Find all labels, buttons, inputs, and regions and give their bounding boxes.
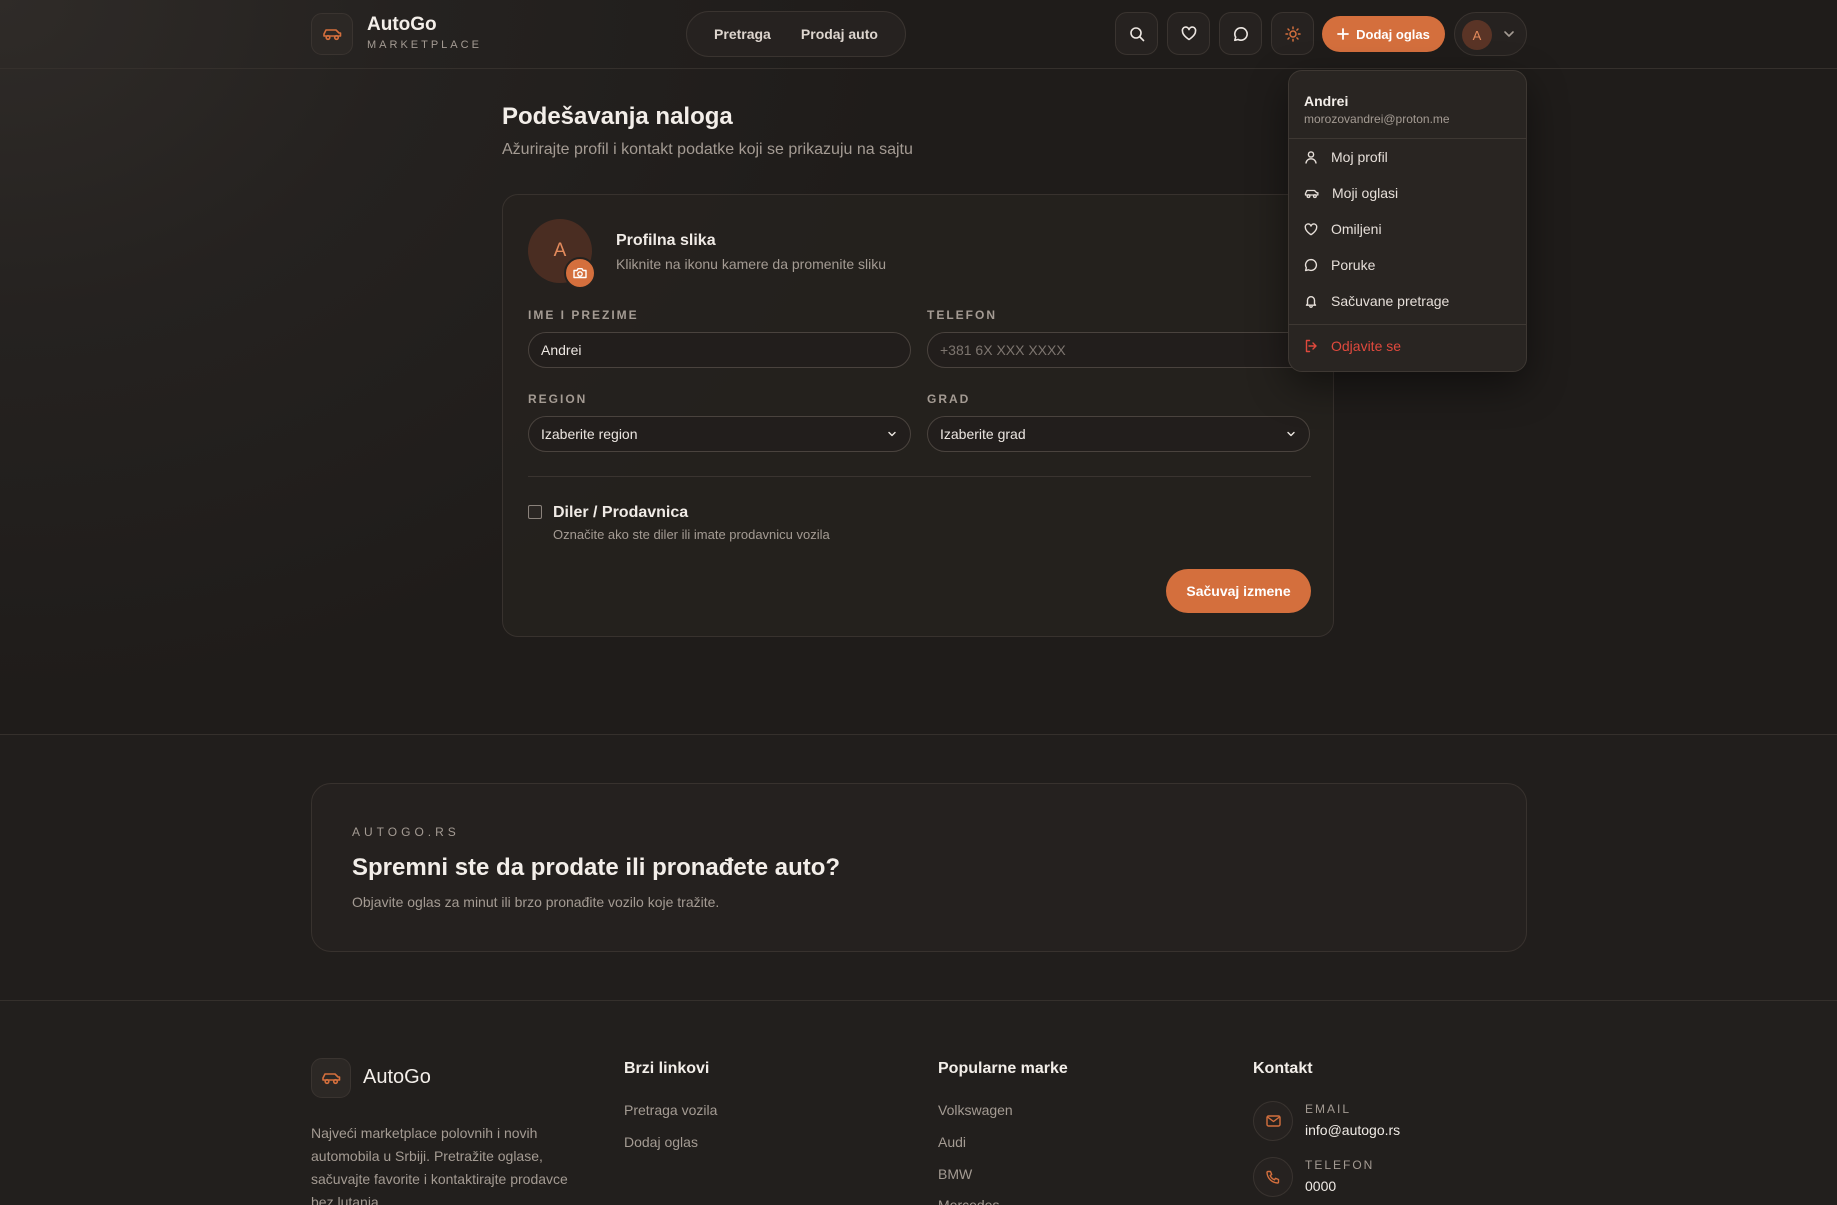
footer-brand-link[interactable]: Audi (938, 1134, 966, 1150)
bell-icon (1305, 296, 1317, 308)
dealer-hint: Označite ako ste diler ili imate prodavn… (553, 527, 830, 542)
site-header: AutoGo MARKETPLACE Pretraga Prodaj auto … (0, 0, 1837, 69)
phone-contact-icon (1253, 1157, 1293, 1197)
search-button[interactable] (1115, 12, 1158, 55)
chevron-down-icon (1504, 31, 1514, 37)
messages-button[interactable] (1219, 12, 1262, 55)
menu-item-logout[interactable]: Odjavite se (1304, 333, 1401, 359)
heart-icon (1181, 26, 1196, 41)
footer-brand-link[interactable]: Volkswagen (938, 1102, 1013, 1118)
logout-icon (1305, 339, 1317, 353)
theme-toggle-button[interactable] (1271, 12, 1314, 55)
save-button[interactable]: Sačuvaj izmene (1166, 569, 1311, 613)
cta-banner: AUTOGO.RS Spremni ste da prodate ili pro… (311, 783, 1527, 952)
car-icon (323, 29, 342, 41)
name-label: IME I PREZIME (528, 308, 639, 322)
menu-item-label: Omiljeni (1331, 221, 1382, 237)
user-dropdown-menu: Andrei morozovandrei@proton.me Moj profi… (1288, 70, 1527, 372)
footer-link[interactable]: Dodaj oglas (624, 1134, 698, 1150)
favorites-button[interactable] (1167, 12, 1210, 55)
menu-user-email: morozovandrei@proton.me (1304, 112, 1450, 126)
dealer-title: Diler / Prodavnica (553, 504, 689, 521)
footer-brand-name: AutoGo (363, 1066, 431, 1088)
footer-brand-link[interactable]: Mercedes (938, 1197, 999, 1205)
footer-description: Najveći marketplace polovnih i novih aut… (311, 1125, 568, 1205)
menu-user-name: Andrei (1304, 93, 1349, 109)
name-value: Andrei (541, 342, 582, 358)
footer-background (0, 1000, 1837, 1205)
form-divider (528, 476, 1311, 477)
brand-logo[interactable] (311, 13, 353, 55)
add-listing-button[interactable]: Dodaj oglas (1322, 16, 1445, 52)
camera-icon (573, 268, 587, 279)
chat-icon (1233, 26, 1248, 41)
add-listing-label: Dodaj oglas (1356, 26, 1430, 42)
cta-eyebrow: AUTOGO.RS (352, 825, 460, 839)
menu-item-label: Moj profil (1331, 149, 1388, 165)
menu-item-label: Moji oglasi (1332, 185, 1399, 201)
email-label: EMAIL (1305, 1102, 1352, 1116)
main-nav: Pretraga Prodaj auto (686, 11, 906, 57)
dealer-checkbox[interactable] (528, 505, 542, 519)
page-title: Podešavanja naloga (502, 103, 733, 130)
footer-contact-title: Kontakt (1253, 1060, 1313, 1077)
sun-icon (1284, 25, 1301, 42)
user-menu-button[interactable]: A (1454, 12, 1527, 56)
footer-quick-links-title: Brzi linkovi (624, 1060, 710, 1077)
menu-item-messages[interactable]: Poruke (1304, 252, 1375, 278)
phone-icon (1266, 1170, 1280, 1184)
menu-item-label: Sačuvane pretrage (1331, 293, 1450, 309)
phone-placeholder: +381 6X XXX XXXX (940, 342, 1066, 358)
email-value[interactable]: info@autogo.rs (1305, 1122, 1400, 1138)
change-photo-button[interactable] (564, 257, 596, 289)
car-icon (1304, 189, 1319, 198)
search-icon (1129, 26, 1144, 41)
profile-photo-title: Profilna slika (616, 232, 716, 249)
footer-brands-title: Popularne marke (938, 1060, 1068, 1077)
menu-divider (1289, 138, 1526, 139)
menu-item-saved-searches[interactable]: Sačuvane pretrage (1304, 288, 1449, 314)
region-label: REGION (528, 392, 588, 406)
profile-photo-hint: Kliknite na ikonu kamere da promenite sl… (616, 256, 887, 272)
email-contact-icon (1253, 1101, 1293, 1141)
phone-field[interactable]: +381 6X XXX XXXX (927, 332, 1310, 368)
user-icon (1305, 151, 1317, 164)
name-field[interactable]: Andrei (528, 332, 911, 368)
menu-item-profile[interactable]: Moj profil (1304, 144, 1388, 170)
cta-title: Spremni ste da prodate ili pronađete aut… (352, 854, 841, 881)
region-select[interactable]: Izaberite region (528, 416, 911, 452)
car-icon (322, 1073, 341, 1085)
footer-brand-link[interactable]: BMW (938, 1166, 972, 1182)
phone-label: TELEFON (927, 308, 997, 322)
menu-divider (1289, 324, 1526, 325)
city-label: GRAD (927, 392, 971, 406)
cta-subtitle: Objavite oglas za minut ili brzo pronađi… (352, 894, 720, 910)
footer-logo[interactable] (311, 1058, 351, 1098)
logout-label: Odjavite se (1331, 338, 1402, 354)
menu-item-my-listings[interactable]: Moji oglasi (1304, 180, 1398, 206)
page-subtitle: Ažurirajte profil i kontakt podatke koji… (502, 141, 913, 158)
menu-item-favorites[interactable]: Omiljeni (1304, 216, 1382, 242)
heart-icon (1304, 222, 1318, 235)
region-selected: Izaberite region (541, 426, 638, 442)
plus-icon (1337, 28, 1350, 40)
avatar: A (1462, 20, 1492, 50)
chevron-down-icon (1287, 431, 1295, 437)
mail-icon (1265, 1115, 1281, 1127)
brand-tagline: MARKETPLACE (367, 39, 482, 51)
phone-value[interactable]: 0000 (1305, 1178, 1336, 1194)
nav-item-pretraga[interactable]: Pretraga (714, 26, 771, 42)
city-select[interactable]: Izaberite grad (927, 416, 1310, 452)
footer-link[interactable]: Pretraga vozila (624, 1102, 717, 1118)
settings-card: A Profilna slika Kliknite na ikonu kamer… (502, 194, 1334, 637)
chat-icon (1304, 258, 1318, 272)
phone-label: TELEFON (1305, 1158, 1375, 1172)
chevron-down-icon (888, 431, 896, 437)
city-selected: Izaberite grad (940, 426, 1026, 442)
nav-item-prodaj-auto[interactable]: Prodaj auto (801, 26, 878, 42)
menu-item-label: Poruke (1331, 257, 1376, 273)
brand-name[interactable]: AutoGo (367, 14, 437, 36)
